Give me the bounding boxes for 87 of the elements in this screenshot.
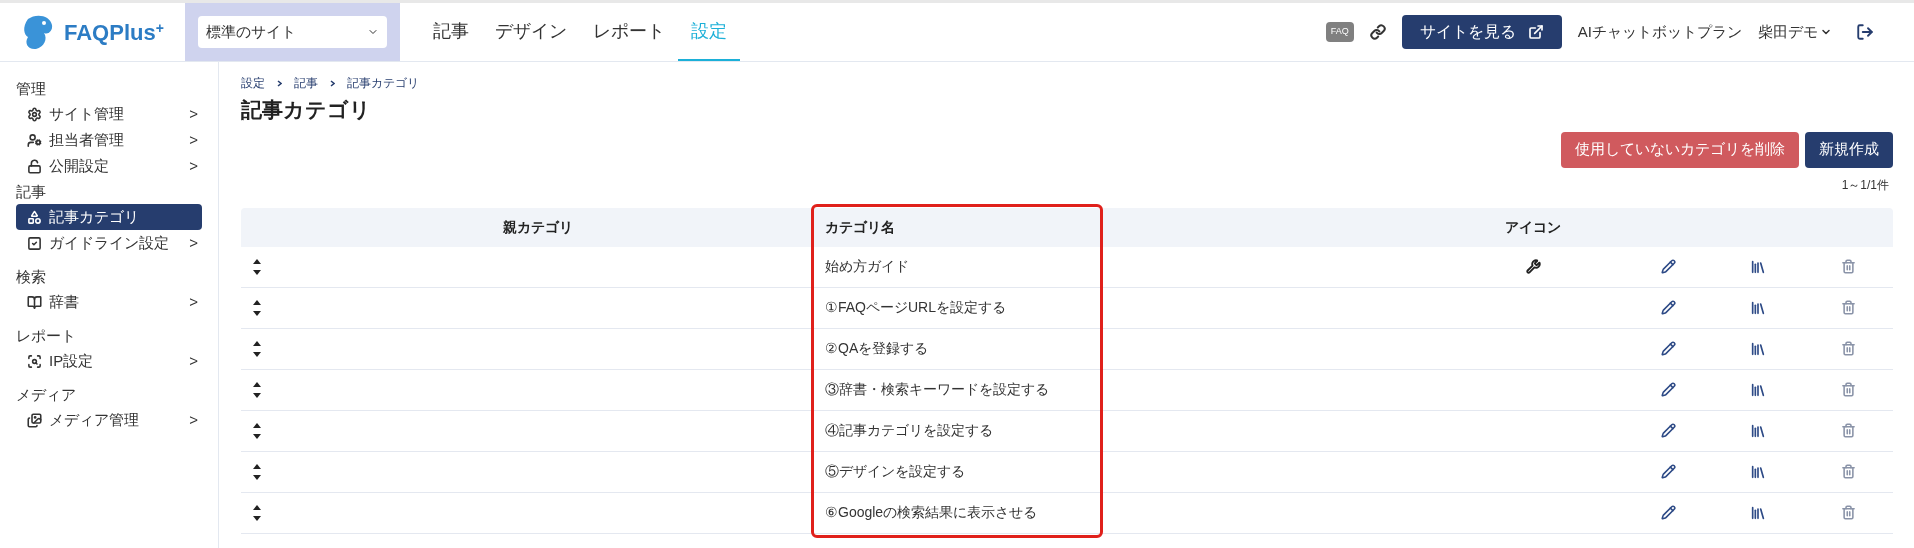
chevron-right-icon	[330, 79, 335, 87]
delete-icon[interactable]	[1840, 341, 1856, 356]
sidebar-heading: レポート	[16, 326, 77, 346]
edit-icon[interactable]	[1660, 505, 1676, 520]
sort-down-icon[interactable]	[253, 351, 261, 357]
delete-icon[interactable]	[1840, 505, 1856, 520]
column-header: カテゴリ名	[824, 217, 896, 237]
sidebar-item[interactable]: メディア管理 >	[16, 407, 202, 433]
images-icon	[27, 412, 42, 428]
sort-down-icon[interactable]	[253, 474, 261, 480]
external-link-icon	[1527, 24, 1544, 40]
edit-icon[interactable]	[1660, 464, 1676, 479]
book-icon	[27, 294, 42, 310]
table-cell-text: ②QAを登録する	[824, 339, 930, 358]
edit-icon[interactable]	[1660, 423, 1676, 438]
logout-icon[interactable]	[1856, 23, 1874, 41]
delete-icon[interactable]	[1840, 382, 1856, 397]
sort-down-icon[interactable]	[253, 310, 261, 316]
column-header: アイコン	[1504, 217, 1562, 237]
sidebar-item[interactable]: 担当者管理 >	[16, 127, 202, 153]
sort-up-icon[interactable]	[253, 422, 261, 428]
delete-icon[interactable]	[1840, 259, 1856, 274]
faq-badge: FAQ	[1325, 22, 1354, 42]
sort-down-icon[interactable]	[253, 433, 261, 439]
chevron-right-icon	[277, 79, 282, 87]
edit-icon[interactable]	[1660, 341, 1676, 356]
user-gear-icon	[27, 132, 42, 148]
table-cell-text: ③辞書・検索キーワードを設定する	[824, 380, 1050, 399]
delete-unused-button[interactable]: 使用していないカテゴリを削除	[1561, 131, 1799, 168]
table-cell-text: ①FAQページURLを設定する	[824, 298, 1007, 317]
sort-up-icon[interactable]	[253, 340, 261, 346]
user-menu[interactable]: 柴田デモ	[1758, 20, 1832, 44]
library-icon[interactable]	[1750, 340, 1766, 357]
sort-up-icon[interactable]	[253, 258, 261, 264]
delete-icon[interactable]	[1840, 423, 1856, 438]
library-icon[interactable]	[1750, 463, 1766, 480]
sort-down-icon[interactable]	[253, 392, 261, 398]
nav-tab[interactable]: デザイン	[482, 3, 580, 61]
nav-tab[interactable]: レポート	[580, 3, 678, 61]
sidebar-item[interactable]: 辞書 >	[16, 289, 202, 315]
sort-up-icon[interactable]	[253, 463, 261, 469]
view-site-button[interactable]: サイトを見る	[1401, 15, 1562, 49]
sidebar-item[interactable]: 公開設定 >	[16, 153, 202, 179]
table-cell-text: ⑥Googleの検索結果に表示させる	[824, 503, 1039, 522]
sidebar-heading: 記事	[16, 182, 47, 202]
logo-text: FAQPlus$^{+}$	[64, 18, 164, 47]
breadcrumb-link[interactable]: 設定	[241, 74, 265, 92]
sidebar-item[interactable]: ガイドライン設定 >	[16, 230, 202, 256]
sort-down-icon[interactable]	[253, 269, 261, 275]
sort-up-icon[interactable]	[253, 504, 261, 510]
unlock-icon	[27, 158, 42, 174]
result-count: 1～1/1件	[1841, 176, 1889, 194]
create-button[interactable]: 新規作成	[1805, 131, 1893, 168]
sidebar-heading: 管理	[16, 79, 47, 99]
library-icon[interactable]	[1750, 504, 1766, 521]
column-header: 親カテゴリ	[502, 217, 574, 237]
link-icon[interactable]	[1369, 24, 1386, 40]
library-icon[interactable]	[1750, 258, 1766, 275]
library-icon[interactable]	[1750, 381, 1766, 398]
sidebar-item[interactable]: IP設定 >	[16, 348, 202, 374]
gears-icon	[27, 106, 42, 122]
edit-icon[interactable]	[1660, 300, 1676, 315]
sidebar-heading: メディア	[16, 385, 77, 405]
table-cell-text: 始め方ガイド	[824, 257, 910, 276]
table-cell-text: ④記事カテゴリを設定する	[824, 421, 994, 440]
delete-icon[interactable]	[1840, 300, 1856, 315]
checklist-icon	[27, 235, 42, 251]
breadcrumb-link[interactable]: 記事カテゴリ	[347, 74, 419, 92]
nav-tab[interactable]: 記事	[420, 3, 482, 61]
delete-icon[interactable]	[1840, 464, 1856, 479]
search-icon	[27, 353, 42, 369]
sidebar-item[interactable]: 記事カテゴリ	[16, 204, 202, 230]
edit-icon[interactable]	[1660, 259, 1676, 274]
breadcrumb-link[interactable]: 記事	[294, 74, 318, 92]
sort-up-icon[interactable]	[253, 381, 261, 387]
library-icon[interactable]	[1750, 299, 1766, 316]
page-title: 記事カテゴリ	[241, 97, 372, 123]
edit-icon[interactable]	[1660, 382, 1676, 397]
sidebar-item[interactable]: サイト管理 >	[16, 101, 202, 127]
table-cell-text: ⑤デザインを設定する	[824, 462, 966, 481]
sort-up-icon[interactable]	[253, 299, 261, 305]
sidebar-heading: 検索	[16, 267, 47, 287]
library-icon[interactable]	[1750, 422, 1766, 439]
plan-name: AIチャットボットプラン	[1577, 21, 1742, 42]
shapes-icon	[27, 209, 42, 225]
site-select[interactable]: 標準のサイト	[198, 16, 387, 48]
sort-down-icon[interactable]	[253, 515, 261, 521]
